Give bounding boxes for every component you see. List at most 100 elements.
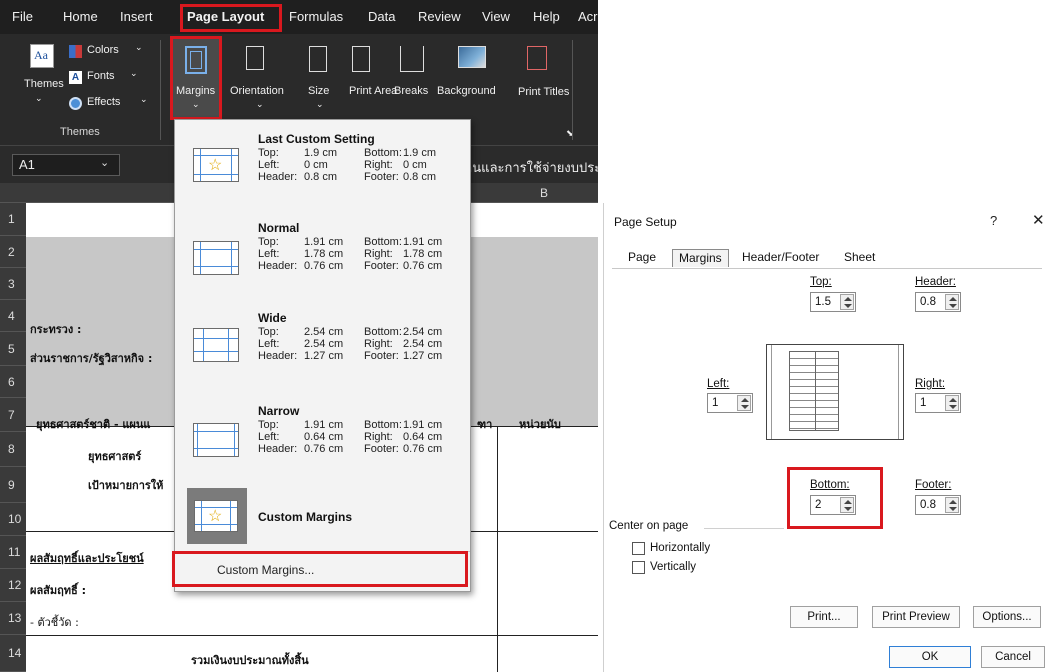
orientation-button[interactable]: Orientation <box>230 85 284 97</box>
row-number[interactable]: 6 <box>0 366 26 398</box>
left-margin-value[interactable]: 1 <box>712 397 718 409</box>
row-number[interactable]: 13 <box>0 602 26 635</box>
row-number[interactable]: 10 <box>0 503 26 536</box>
margin-option-narrow[interactable]: Narrow Top: 1.91 cm Bottom: 1.91 cm Left: 0.… <box>175 397 470 485</box>
tab-header-footer[interactable]: Header/Footer <box>736 249 825 267</box>
colors-button[interactable]: Colors <box>87 44 119 56</box>
top-margin-value[interactable]: 1.5 <box>815 296 831 308</box>
size-icon <box>309 46 327 72</box>
formula-content[interactable]: านและการใช้จ่ายงบประ <box>465 157 598 178</box>
close-icon[interactable]: ✕ <box>1032 211 1045 229</box>
row-number[interactable]: 14 <box>0 635 26 672</box>
effects-button[interactable]: Effects <box>87 96 120 108</box>
print-area-button[interactable]: Print Area <box>349 85 397 97</box>
row-number[interactable]: 12 <box>0 569 26 602</box>
cell-a5[interactable]: ส่วนราชการ/รัฐวิสาหกิจ : <box>30 349 152 367</box>
cell-a11[interactable]: ผลสัมฤทธิ์และประโยชน์ <box>30 549 144 567</box>
themes-group-label: Themes <box>60 126 100 138</box>
ribbon-separator <box>160 40 161 140</box>
tab-sheet[interactable]: Sheet <box>838 249 881 267</box>
chevron-down-icon: ⌄ <box>256 99 264 109</box>
options-button[interactable]: Options... <box>973 606 1041 628</box>
menu-help[interactable]: Help <box>533 9 560 24</box>
right-margin-spinner[interactable]: 1 <box>915 393 961 413</box>
menu-view[interactable]: View <box>482 9 510 24</box>
cancel-button[interactable]: Cancel <box>981 646 1045 668</box>
tab-margins[interactable]: Margins <box>672 249 729 267</box>
preview-margin-line <box>771 345 772 439</box>
cell-a14[interactable]: รวมเงินงบประมาณทั้งสิ้น <box>191 651 309 669</box>
fonts-button[interactable]: Fonts <box>87 70 115 82</box>
wide-thumbnail <box>193 328 239 362</box>
spinner-arrows-icon[interactable] <box>945 395 959 411</box>
vertically-checkbox[interactable] <box>632 561 645 574</box>
top-margin-spinner[interactable]: 1.5 <box>810 292 856 312</box>
excel-window: File Home Insert Page Layout Formulas Da… <box>0 0 598 672</box>
star-icon: ☆ <box>208 508 223 525</box>
row-divider <box>26 635 598 636</box>
spinner-arrows-icon[interactable] <box>945 294 959 310</box>
right-margin-value[interactable]: 1 <box>920 397 926 409</box>
print-button[interactable]: Print... <box>790 606 858 628</box>
row-number[interactable]: 11 <box>0 536 26 569</box>
menu-formulas[interactable]: Formulas <box>289 9 343 24</box>
cell-a4[interactable]: กระทรวง : <box>30 320 81 338</box>
themes-icon[interactable]: Aa <box>30 44 54 68</box>
menu-acrobat[interactable]: Acr <box>578 9 598 24</box>
vertically-label[interactable]: Vertically <box>650 561 696 573</box>
margins-dropdown: ☆ Last Custom Setting Top: 1.9 cm Bottom: 1… <box>174 119 471 592</box>
spinner-arrows-icon[interactable] <box>840 294 854 310</box>
header-margin-spinner[interactable]: 0.8 <box>915 292 961 312</box>
margin-option-normal[interactable]: Normal Top: 1.91 cm Bottom: 1.91 cm Left: 1.… <box>175 213 470 301</box>
margin-option-custom[interactable]: ☆ Custom Margins <box>175 486 470 546</box>
row-number[interactable]: 4 <box>0 300 26 332</box>
horizontally-label[interactable]: Horizontally <box>650 542 710 554</box>
colors-icon <box>69 45 82 58</box>
cell-a7[interactable]: ยุทธศาสตร์ชาติ - แผนแ <box>36 415 151 433</box>
background-icon <box>458 46 486 68</box>
header-margin-value[interactable]: 0.8 <box>920 296 936 308</box>
menu-file[interactable]: File <box>12 9 33 24</box>
spinner-arrows-icon[interactable] <box>945 497 959 513</box>
column-b-header[interactable]: B <box>540 186 548 200</box>
row-number[interactable]: 5 <box>0 332 26 366</box>
footer-margin-value[interactable]: 0.8 <box>920 499 936 511</box>
menu-insert[interactable]: Insert <box>120 9 153 24</box>
themes-dropdown-icon: ⌄ <box>35 93 43 103</box>
left-margin-spinner[interactable]: 1 <box>707 393 753 413</box>
cell-b7[interactable]: หน่วยนับ <box>519 415 561 433</box>
cell-a12[interactable]: ผลสัมฤทธิ์ : <box>30 581 86 599</box>
background-button[interactable]: Background <box>437 85 496 97</box>
cell-a9[interactable]: เป้าหมายการให้ <box>88 476 163 494</box>
horizontally-checkbox[interactable] <box>632 542 645 555</box>
spinner-arrows-icon[interactable] <box>737 395 751 411</box>
print-titles-button[interactable]: Print Titles <box>518 85 569 100</box>
menu-review[interactable]: Review <box>418 9 461 24</box>
row-number[interactable]: 7 <box>0 398 26 432</box>
print-preview-button[interactable]: Print Preview <box>872 606 960 628</box>
breaks-button[interactable]: Breaks <box>394 85 428 97</box>
normal-thumbnail <box>193 241 239 275</box>
row-number[interactable]: 3 <box>0 268 26 300</box>
row-number[interactable]: 8 <box>0 432 26 467</box>
chevron-down-icon: ⌄ <box>316 99 324 109</box>
menu-data[interactable]: Data <box>368 9 395 24</box>
menu-home[interactable]: Home <box>63 9 98 24</box>
chevron-down-icon[interactable]: ⌄ <box>100 156 109 169</box>
footer-margin-spinner[interactable]: 0.8 <box>915 495 961 515</box>
ok-button[interactable]: OK <box>889 646 971 668</box>
left-label: Left: <box>707 378 730 390</box>
tab-page[interactable]: Page <box>622 249 662 267</box>
row-number[interactable]: 2 <box>0 236 26 268</box>
cell-a13[interactable]: - ตัวชี้วัด : <box>30 613 79 631</box>
option-title: Wide <box>258 311 287 325</box>
size-button[interactable]: Size <box>308 85 329 97</box>
themes-button[interactable]: Themes <box>24 78 64 90</box>
help-icon[interactable]: ? <box>990 213 997 228</box>
margin-option-last-custom[interactable]: ☆ Last Custom Setting Top: 1.9 cm Bottom: 1… <box>175 120 470 208</box>
cell-a8[interactable]: ยุทธศาสตร์ <box>88 447 141 465</box>
row-number[interactable]: 9 <box>0 467 26 503</box>
margin-option-wide[interactable]: Wide Top: 2.54 cm Bottom: 2.54 cm Left: 2.54… <box>175 304 470 392</box>
chevron-down-icon: ⌄ <box>140 94 148 104</box>
row-number[interactable]: 1 <box>0 203 26 236</box>
